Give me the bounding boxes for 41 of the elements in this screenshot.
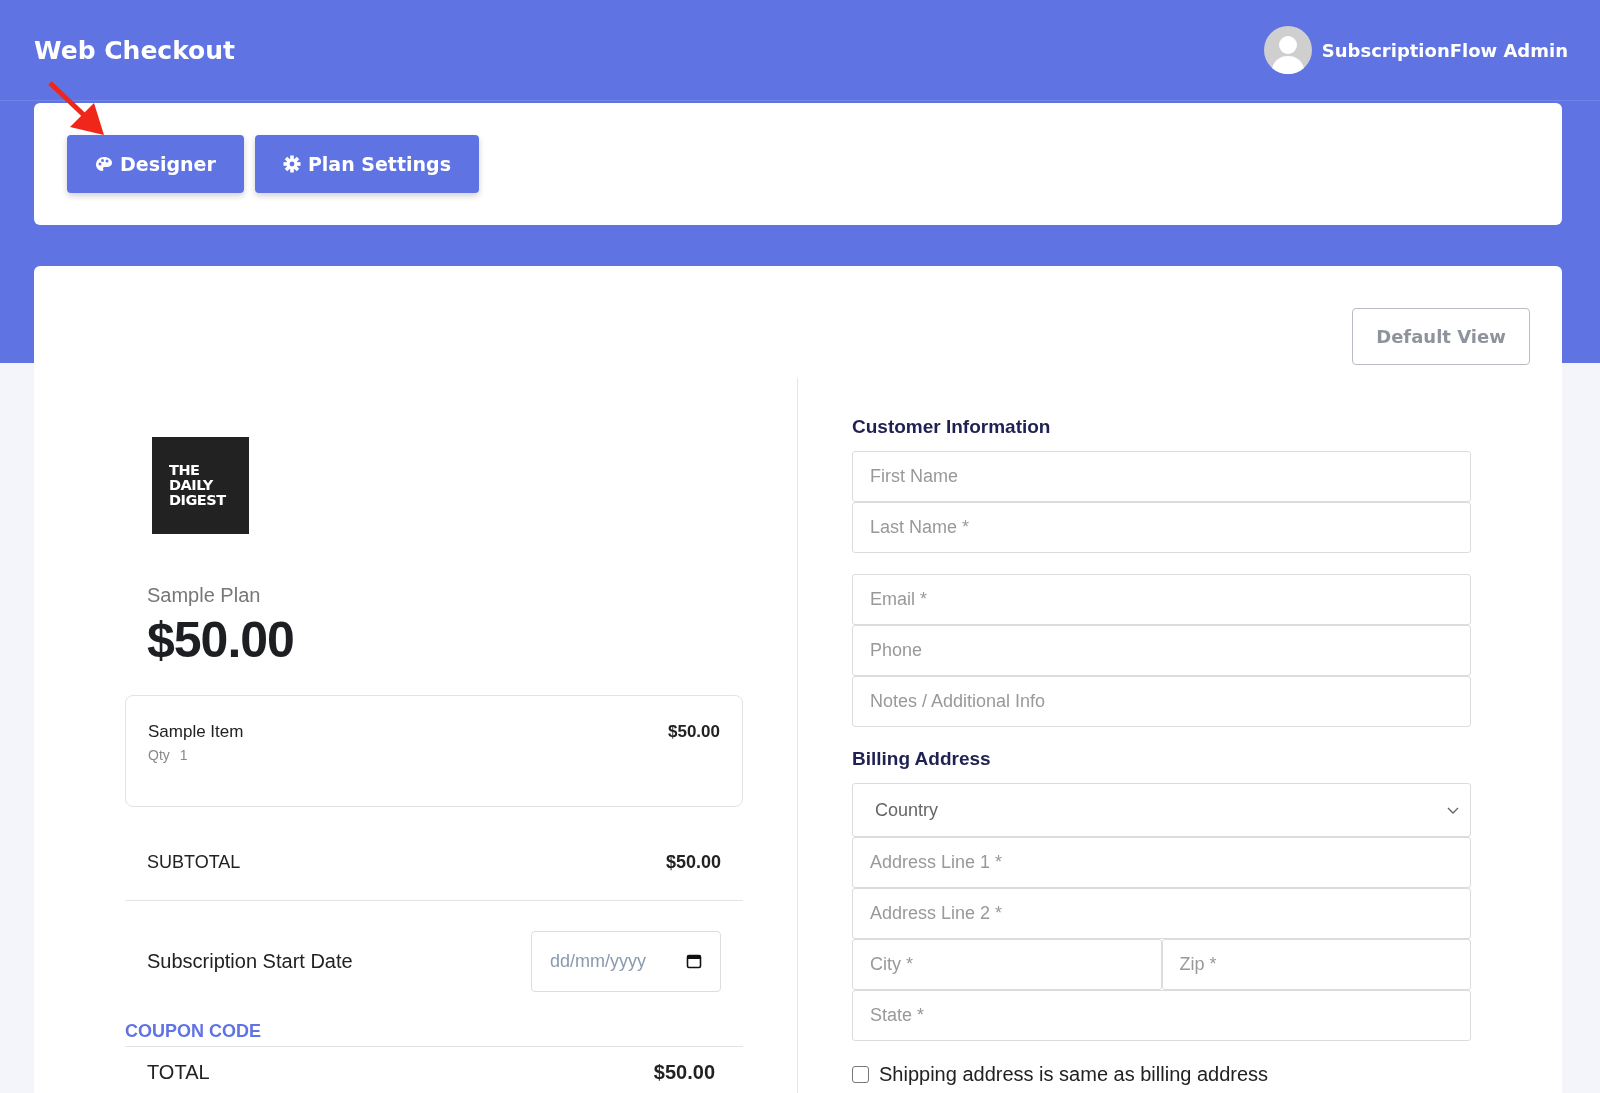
input-field[interactable]: First Name bbox=[852, 451, 1471, 502]
input-field[interactable]: City * bbox=[852, 939, 1162, 990]
item-price: $50.00 bbox=[668, 722, 720, 743]
input-field[interactable]: Phone bbox=[852, 625, 1471, 676]
total-label: TOTAL bbox=[147, 1060, 210, 1084]
date-placeholder: dd/mm/yyyy bbox=[550, 950, 646, 972]
qty-label: Qty bbox=[148, 747, 170, 763]
calendar-icon bbox=[686, 953, 702, 969]
date-field[interactable]: dd/mm/yyyy bbox=[531, 930, 721, 992]
total-amount: $50.00 bbox=[653, 1060, 715, 1084]
input-field[interactable]: Zip * bbox=[1161, 939, 1471, 990]
item-name: Sample Item bbox=[148, 722, 244, 742]
toolbar-button[interactable]: Plan Settings bbox=[254, 135, 479, 193]
input-field[interactable]: Email * bbox=[852, 574, 1471, 625]
coupon-code-link[interactable]: COUPON CODE bbox=[125, 1021, 743, 1047]
annotation-arrow bbox=[48, 81, 104, 135]
logo-image: THE DAILY DIGEST bbox=[152, 437, 249, 534]
plan-price: $50.00 bbox=[147, 611, 295, 669]
country-select[interactable]: Country bbox=[852, 783, 1471, 837]
page-title: Web Checkout bbox=[34, 35, 236, 65]
subtotal-amount: $50.00 bbox=[665, 852, 721, 873]
checkbox[interactable] bbox=[852, 1066, 869, 1083]
input-field[interactable]: Address Line 2 * bbox=[852, 888, 1471, 939]
avatar-icon bbox=[1263, 26, 1312, 74]
input-field[interactable]: Notes / Additional Info bbox=[852, 676, 1471, 727]
user-name[interactable]: SubscriptionFlow Admin bbox=[1321, 39, 1568, 61]
palette-icon bbox=[95, 156, 113, 172]
gear-icon bbox=[282, 155, 301, 173]
subtotal-label: SUBTOTAL bbox=[147, 852, 241, 873]
default-view-button[interactable]: Default View bbox=[1352, 308, 1530, 365]
input-field[interactable]: State * bbox=[852, 990, 1471, 1041]
start-date-label: Subscription Start Date bbox=[147, 949, 353, 973]
toolbar-button[interactable]: Designer bbox=[67, 135, 244, 193]
input-field[interactable]: Address Line 1 * bbox=[852, 837, 1471, 888]
input-field[interactable]: Last Name * bbox=[852, 502, 1471, 553]
section-heading: Billing Address bbox=[852, 748, 992, 770]
select-value: Country bbox=[875, 799, 939, 821]
plan-name: Sample Plan bbox=[147, 584, 262, 607]
section-heading: Customer Information bbox=[852, 416, 1052, 438]
qty-value: 1 bbox=[179, 747, 188, 763]
checkbox-label: Shipping address is same as billing address bbox=[879, 1063, 1269, 1086]
